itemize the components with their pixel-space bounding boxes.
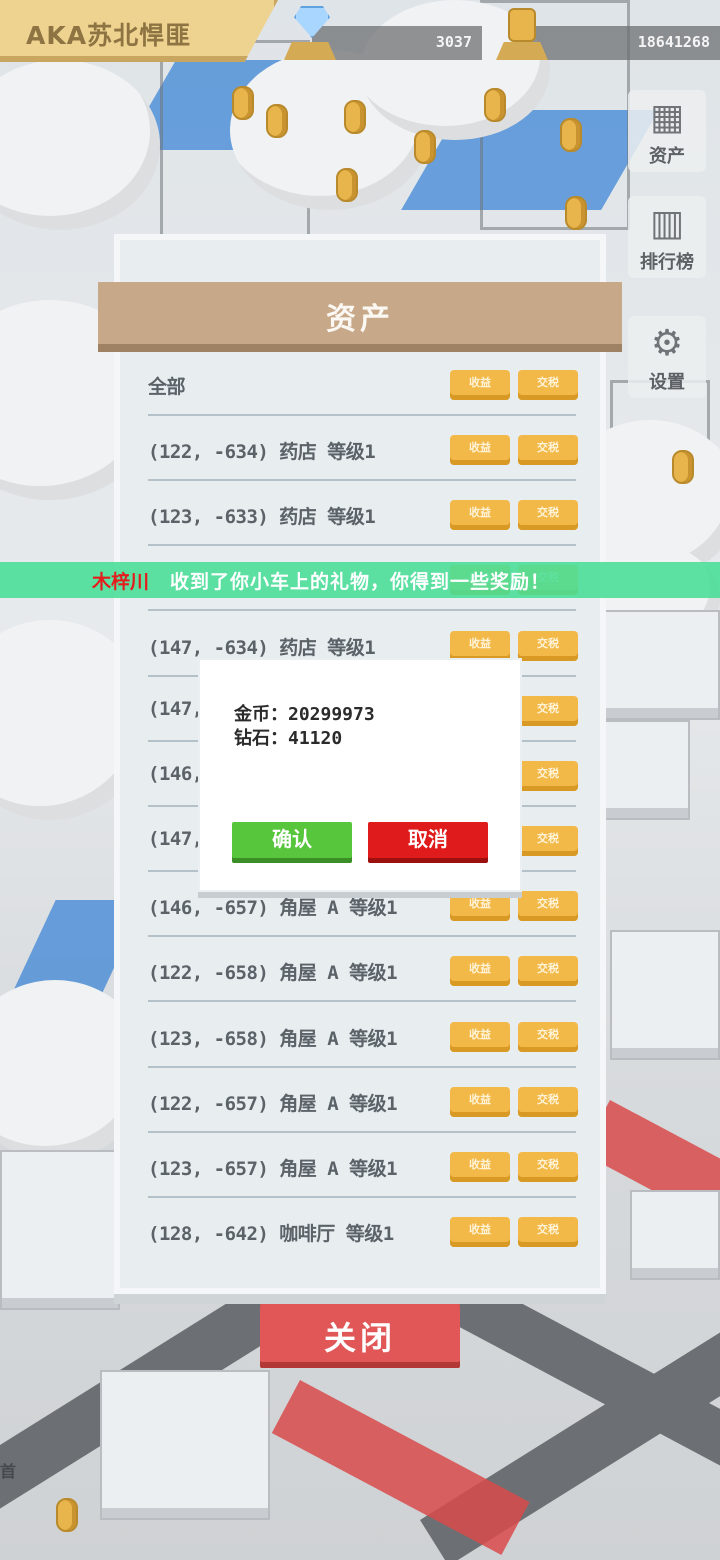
gold-stack-icon <box>496 4 548 60</box>
asset-row-label: (147, -634) 药店 等级1 <box>148 637 376 659</box>
coin-icon <box>56 1498 78 1532</box>
tax-button[interactable]: 交税 <box>518 370 578 400</box>
tax-button[interactable]: 交税 <box>518 1152 578 1182</box>
tax-button[interactable]: 交税 <box>518 826 578 856</box>
tax-button[interactable]: 交税 <box>518 1217 578 1247</box>
tax-button[interactable]: 交税 <box>518 696 578 726</box>
settings-button-label: 设置 <box>649 372 685 393</box>
coin-icon <box>565 196 587 230</box>
gold-count: 18641268 <box>637 33 710 51</box>
income-button[interactable]: 收益 <box>450 435 510 465</box>
leaderboard-button[interactable]: ▥ 排行榜 <box>628 196 706 278</box>
asset-row-label: (123, -633) 药店 等级1 <box>148 506 376 528</box>
asset-row-label: (128, -642) 咖啡厅 等级1 <box>148 1223 394 1245</box>
income-button[interactable]: 收益 <box>450 370 510 400</box>
asset-row-all: 全部 收益 交税 <box>148 352 578 416</box>
asset-row: (122, -634) 药店 等级1 收益 交税 <box>148 417 578 481</box>
coin-icon <box>484 88 506 122</box>
asset-row-label: (122, -658) 角屋 A 等级1 <box>148 962 398 984</box>
diamond-counter: 3037 <box>312 26 482 60</box>
asset-row: (123, -633) 药店 等级1 收益 交税 <box>148 482 578 546</box>
coin-icon <box>232 86 254 120</box>
tax-button[interactable]: 交税 <box>518 761 578 791</box>
coin-icon <box>266 104 288 138</box>
asset-row-label: (123, -658) 角屋 A 等级1 <box>148 1028 398 1050</box>
tax-button[interactable]: 交税 <box>518 500 578 530</box>
income-button[interactable]: 收益 <box>450 631 510 661</box>
income-button[interactable]: 收益 <box>450 1022 510 1052</box>
tax-button[interactable]: 交税 <box>518 1022 578 1052</box>
asset-row-label: (123, -657) 角屋 A 等级1 <box>148 1158 398 1180</box>
asset-row-label: (147, <box>148 698 203 720</box>
asset-row: (123, -658) 角屋 A 等级1 收益 交税 <box>148 1004 578 1068</box>
diamond-count: 3037 <box>435 33 472 51</box>
reward-dialog: 金币：20299973 钻石：41120 确认 取消 <box>200 660 520 890</box>
asset-panel-header: 资产 <box>98 282 622 344</box>
reward-diamond: 钻石：41120 <box>234 728 343 749</box>
asset-row-label: (147, <box>148 828 203 850</box>
coin-icon <box>560 118 582 152</box>
settings-button[interactable]: ⚙ 设置 <box>628 316 706 398</box>
asset-row-label: (122, -634) 药店 等级1 <box>148 441 376 463</box>
close-button[interactable]: 关闭 <box>260 1304 460 1362</box>
cloud <box>0 60 160 230</box>
gear-icon: ⚙ <box>650 323 684 364</box>
tax-button[interactable]: 交税 <box>518 631 578 661</box>
asset-row: (122, -658) 角屋 A 等级1 收益 交税 <box>148 938 578 1002</box>
city-building <box>0 1150 120 1310</box>
asset-row-label: (146, <box>148 763 203 785</box>
asset-row-label: (122, -657) 角屋 A 等级1 <box>148 1093 398 1115</box>
asset-panel-title: 资产 <box>326 302 394 337</box>
game-title: AKA苏北悍匪 <box>26 21 192 50</box>
edge-label: 首 <box>0 1462 17 1481</box>
asset-row: (122, -657) 角屋 A 等级1 收益 交税 <box>148 1069 578 1133</box>
coin-icon <box>336 168 358 202</box>
gift-notification-banner: 木梓川 收到了你小车上的礼物，你得到一些奖励！ <box>0 562 720 598</box>
coin-icon <box>344 100 366 134</box>
tax-button[interactable]: 交税 <box>518 891 578 921</box>
close-button-label: 关闭 <box>323 1319 396 1357</box>
income-button[interactable]: 收益 <box>450 1217 510 1247</box>
asset-row-label: (146, -657) 角屋 A 等级1 <box>148 897 398 919</box>
tax-button[interactable]: 交税 <box>518 1087 578 1117</box>
coin-icon <box>672 450 694 484</box>
asset-row-label: 全部 <box>148 376 186 398</box>
notification-message: 收到了你小车上的礼物，你得到一些奖励！ <box>170 571 551 593</box>
assets-button[interactable]: ▦ 资产 <box>628 90 706 172</box>
leaderboard-icon: ▥ <box>649 203 684 244</box>
income-button[interactable]: 收益 <box>450 500 510 530</box>
confirm-button[interactable]: 确认 <box>232 822 352 858</box>
city-building <box>600 610 720 720</box>
assets-button-label: 资产 <box>649 146 685 167</box>
cancel-button[interactable]: 取消 <box>368 822 488 858</box>
gold-counter: 18641268 <box>524 26 720 60</box>
leaderboard-button-label: 排行榜 <box>640 252 694 273</box>
income-button[interactable]: 收益 <box>450 1152 510 1182</box>
game-title-plate: AKA苏北悍匪 <box>0 0 278 62</box>
building-icon: ▦ <box>649 97 684 138</box>
city-building <box>600 720 690 820</box>
red-street <box>271 1380 530 1556</box>
asset-row: (123, -657) 角屋 A 等级1 收益 交税 <box>148 1134 578 1198</box>
income-button[interactable]: 收益 <box>450 891 510 921</box>
city-building <box>630 1190 720 1280</box>
city-building <box>100 1370 270 1520</box>
tax-button[interactable]: 交税 <box>518 435 578 465</box>
income-button[interactable]: 收益 <box>450 1087 510 1117</box>
asset-row: (128, -642) 咖啡厅 等级1 收益 交税 <box>148 1199 578 1263</box>
coin-icon <box>414 130 436 164</box>
diamond-icon <box>284 4 336 60</box>
reward-gold: 金币：20299973 <box>234 704 375 725</box>
income-button[interactable]: 收益 <box>450 956 510 986</box>
city-building <box>610 930 720 1060</box>
sender-name: 木梓川 <box>92 571 150 593</box>
tax-button[interactable]: 交税 <box>518 956 578 986</box>
